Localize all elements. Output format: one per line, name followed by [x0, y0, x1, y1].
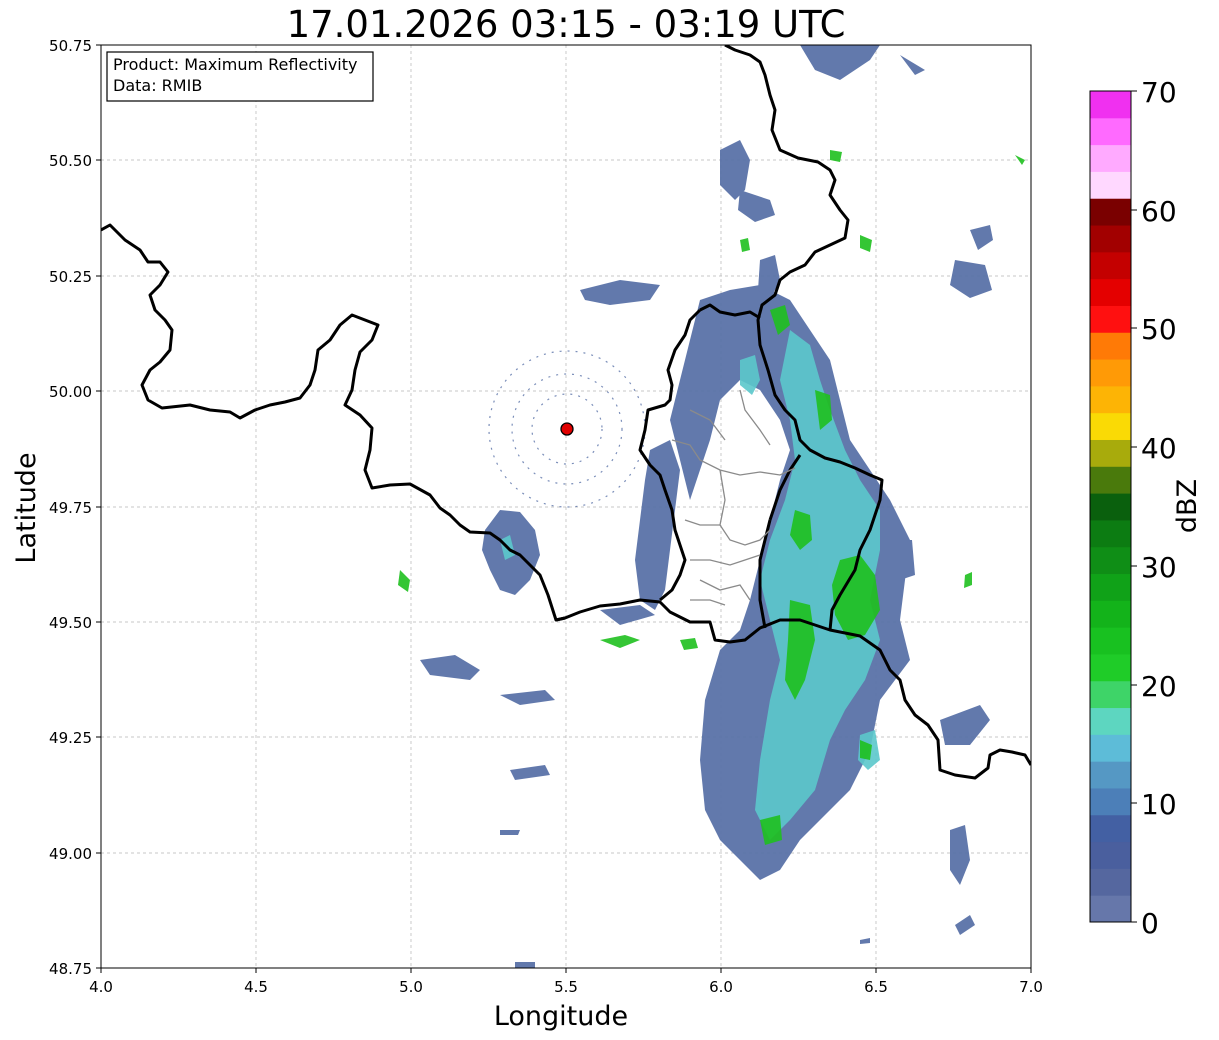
colorbar-tick-label: 10: [1141, 788, 1177, 821]
y-tick-label: 49.75: [49, 499, 92, 517]
y-tick-label: 50.00: [49, 383, 92, 401]
y-tick-label: 50.25: [49, 268, 92, 286]
colorbar-segment: [1090, 466, 1131, 494]
x-tick-label: 4.5: [244, 978, 268, 996]
y-tick-label: 48.75: [49, 960, 92, 978]
colorbar-tick-label: 20: [1141, 670, 1177, 703]
colorbar-segment: [1090, 895, 1131, 923]
colorbar-segment: [1090, 171, 1131, 199]
info-box: Product: Maximum Reflectivity Data: RMIB: [106, 51, 374, 102]
info-product: Product: Maximum Reflectivity: [113, 55, 357, 74]
colorbar-segment: [1090, 493, 1131, 521]
colorbar-segment: [1090, 359, 1131, 387]
colorbar-segment: [1090, 627, 1131, 655]
colorbar-segment: [1090, 144, 1131, 172]
x-tick-label: 5.5: [554, 978, 578, 996]
x-tick-label: 6.5: [864, 978, 888, 996]
colorbar-segment: [1090, 439, 1131, 467]
colorbar-segment: [1090, 251, 1131, 280]
colorbar-segment: [1090, 332, 1131, 360]
colorbar-tick-label: 30: [1141, 551, 1177, 584]
x-tick-label: 6.0: [709, 978, 733, 996]
colorbar-segment: [1090, 868, 1131, 896]
x-axis: 4.0 4.5 5.0 5.5 6.0 6.5 7.0 Longitude: [89, 968, 1043, 1032]
colorbar-segment: [1090, 680, 1131, 709]
colorbar-tick-label: 70: [1141, 76, 1177, 109]
colorbar-segment: [1090, 734, 1131, 762]
colorbar-tick-label: 0: [1141, 907, 1159, 940]
x-tick-label: 7.0: [1019, 978, 1043, 996]
colorbar-segment: [1090, 653, 1131, 682]
x-axis-label: Longitude: [494, 1001, 628, 1032]
colorbar-tick-label: 50: [1141, 313, 1177, 346]
colorbar-segment: [1090, 198, 1131, 226]
colorbar-tick-label: 60: [1141, 195, 1177, 228]
colorbar-segment: [1090, 225, 1131, 253]
colorbar-segments: [1090, 91, 1131, 923]
colorbar-segment: [1090, 600, 1131, 628]
colorbar-label: dBZ: [1172, 479, 1203, 533]
y-tick-label: 49.25: [49, 729, 92, 747]
colorbar-segment: [1090, 573, 1131, 601]
radar-site-marker: [560, 422, 574, 436]
colorbar-segment: [1090, 814, 1131, 843]
y-axis: 48.75 49.00 49.25 49.50 49.75 50.00 50.2…: [11, 37, 101, 978]
colorbar-segment: [1090, 412, 1131, 440]
x-tick-label: 5.0: [399, 978, 423, 996]
chart-title: 17.01.2026 03:15 - 03:19 UTC: [287, 3, 846, 46]
y-axis-label: Latitude: [11, 452, 42, 563]
colorbar-segment: [1090, 91, 1131, 119]
colorbar-segment: [1090, 761, 1131, 789]
colorbar-segment: [1090, 841, 1131, 869]
x-tick-label: 4.0: [89, 978, 113, 996]
y-tick-label: 49.00: [49, 845, 92, 863]
y-tick-label: 49.50: [49, 614, 92, 632]
colorbar-segment: [1090, 707, 1131, 735]
y-tick-label: 50.75: [49, 37, 92, 55]
colorbar: 0 10 20 30 40 50 60 70 dBZ: [1089, 76, 1203, 940]
colorbar-segment: [1090, 385, 1131, 414]
y-tick-label: 50.50: [49, 152, 92, 170]
colorbar-segment: [1090, 519, 1131, 548]
colorbar-segment: [1090, 546, 1131, 575]
colorbar-segment: [1090, 305, 1131, 333]
colorbar-segment: [1090, 117, 1131, 146]
colorbar-segment: [1090, 787, 1131, 816]
colorbar-tick-label: 40: [1141, 432, 1177, 465]
colorbar-segment: [1090, 278, 1131, 306]
info-data-source: Data: RMIB: [113, 76, 202, 95]
